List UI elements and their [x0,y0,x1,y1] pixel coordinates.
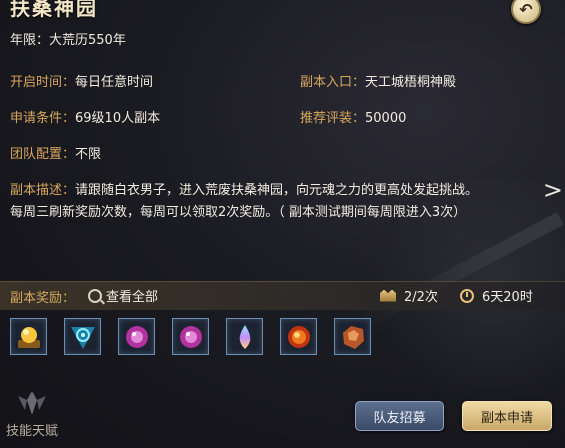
requirement-label: 申请条件： [10,111,76,126]
reset-timer-value: 6天20时 [482,290,533,305]
clock-icon [460,288,474,303]
purple-orb-item-icon [179,325,202,348]
entrance-label: 副本入口： [300,75,366,90]
open-time-row: 开启时间：每日任意时间 [10,74,153,92]
years-value: 大荒历550年 [49,33,126,48]
purple-orb-item-icon [125,325,148,348]
description-line-1: 请跟随白衣男子，进入荒废扶桑神园，向元魂之力的更高处发起挑战。 [75,183,479,198]
description-line-2: 每周三刷新奖励次数，每周可以领取2次奖励。（ 副本测试期间每周限进入3次） [10,205,467,220]
requirement-row: 申请条件：69级10人副本 [10,110,160,128]
chevron-right-icon[interactable]: > [543,176,563,204]
dungeon-title: 扶桑神园 [10,0,98,20]
skill-talent-badge[interactable]: 技能天赋 [2,388,62,448]
years-row: 年限：大荒历550年 [10,32,126,50]
team-config-value: 不限 [75,147,102,162]
reward-item-fire-orb[interactable] [280,318,317,355]
team-config-row: 团队配置：不限 [10,146,101,164]
reset-timer: 6天20时 [460,286,533,305]
dungeon-apply-button[interactable]: 副本申请 [462,401,552,431]
rainbow-crystal-item-icon [239,324,250,349]
dungeon-info-panel: 扶桑神园 ↶ 年限：大荒历550年 开启时间：每日任意时间 副本入口：天工城梧桐… [0,0,565,448]
skill-emblem-icon [18,391,46,415]
rating-label: 推荐评装： [300,111,366,126]
reward-count: 2/2次 [380,286,438,305]
rating-row: 推荐评装：50000 [300,110,406,128]
team-config-label: 团队配置： [10,147,76,162]
reward-item-golden-orb[interactable] [10,318,47,355]
reward-count-value: 2/2次 [404,290,438,305]
copper-ore-item-icon [342,325,364,349]
view-all-link[interactable]: 查看全部 [88,286,158,305]
reward-item-purple-orb-2[interactable] [172,318,209,355]
blue-rune-item-icon [70,326,95,349]
back-arrow-icon[interactable]: ↶ [511,0,541,24]
fire-orb-item-icon [287,325,310,348]
entrance-row: 副本入口：天工城梧桐神殿 [300,74,456,92]
view-all-text: 查看全部 [106,290,159,305]
reward-items [10,318,371,355]
open-time-label: 开启时间： [10,75,76,90]
reward-item-copper-ore[interactable] [334,318,371,355]
open-time-value: 每日任意时间 [75,75,154,90]
reward-item-purple-orb[interactable] [118,318,155,355]
golden-orb-item-icon [17,326,40,348]
search-icon [88,288,102,303]
reward-bar: 副本奖励： 查看全部 2/2次 6天20时 [0,281,565,310]
crown-icon [380,289,396,302]
description-label: 副本描述： [10,183,76,198]
team-recruit-button[interactable]: 队友招募 [355,401,444,431]
reward-label: 副本奖励： [10,291,76,306]
reward-item-blue-rune[interactable] [64,318,101,355]
reward-item-rainbow-crystal[interactable] [226,318,263,355]
skill-talent-label: 技能天赋 [5,424,58,439]
entrance-value: 天工城梧桐神殿 [365,75,457,90]
requirement-value: 69级10人副本 [75,111,161,126]
dungeon-description: 副本描述：请跟随白衣男子，进入荒废扶桑神园，向元魂之力的更高处发起挑战。 每周三… [10,180,530,224]
rating-value: 50000 [365,111,407,126]
years-label: 年限： [10,33,50,48]
